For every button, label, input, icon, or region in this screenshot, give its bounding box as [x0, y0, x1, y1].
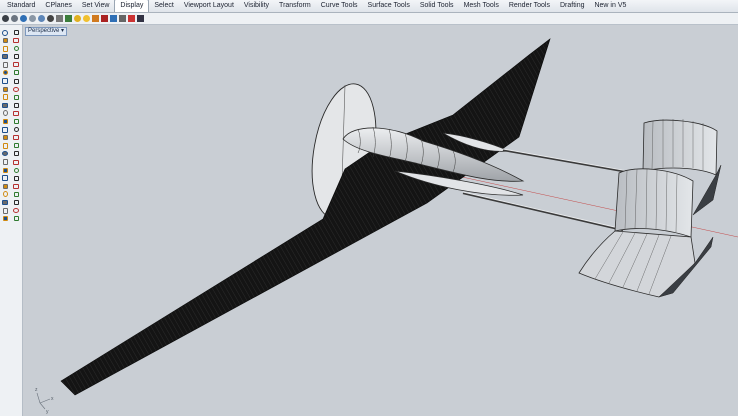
tab-curve-tools[interactable]: Curve Tools [316, 0, 363, 12]
upper-tail-boom-highlight [502, 148, 646, 175]
select-icon[interactable] [1, 29, 9, 36]
copy-icon[interactable] [12, 118, 20, 125]
ellipse-icon[interactable] [1, 61, 9, 68]
explode-icon[interactable] [12, 110, 20, 117]
light-color-icon[interactable] [92, 15, 99, 22]
tab-display[interactable]: Display [114, 0, 150, 12]
properties-icon[interactable] [12, 167, 20, 174]
layer-icon[interactable] [1, 159, 9, 166]
hide-icon[interactable] [101, 15, 108, 22]
pen-icon[interactable] [65, 15, 72, 22]
tab-cplanes[interactable]: CPlanes [40, 0, 76, 12]
move-icon[interactable] [1, 118, 9, 125]
snap-icon[interactable] [12, 175, 20, 182]
light-icon[interactable] [1, 215, 9, 222]
viewport-title-label: Perspective [28, 28, 60, 34]
shaded-icon[interactable] [11, 15, 18, 22]
aircraft-model[interactable]: x z y [23, 25, 738, 416]
world-axes-indicator [36, 392, 51, 410]
polygon-icon[interactable] [1, 69, 9, 76]
rear-vertical-fin [642, 119, 718, 176]
mesh-icon[interactable] [12, 94, 20, 101]
analyze-icon[interactable] [1, 167, 9, 174]
ghosted-icon[interactable] [29, 15, 36, 22]
axis-y-label: y [46, 409, 49, 415]
rear-fin-shadow [692, 164, 722, 216]
axis-z-label: z [35, 387, 38, 393]
viewport-title[interactable]: Perspective ▾ [25, 27, 68, 36]
materials-icon[interactable] [12, 207, 20, 214]
point-icon[interactable] [1, 37, 9, 44]
curve-icon[interactable] [12, 45, 20, 52]
tab-standard[interactable]: Standard [2, 0, 40, 12]
trim-icon[interactable] [1, 102, 9, 109]
tab-transform[interactable]: Transform [274, 0, 316, 12]
pan-icon[interactable] [12, 199, 20, 206]
tab-mesh-tools[interactable]: Mesh Tools [459, 0, 504, 12]
options-icon[interactable] [12, 191, 20, 198]
toolbar-tab-strip: Standard CPlanes Set View Display Select View… [0, 0, 738, 13]
arc-icon[interactable] [1, 53, 9, 60]
rendered-icon[interactable] [20, 15, 27, 22]
lightbulb-icon[interactable] [74, 15, 81, 22]
left-tool-palette [0, 25, 23, 416]
technical-icon[interactable] [47, 15, 54, 22]
perspective-viewport[interactable]: Perspective ▾ x z y [23, 25, 738, 416]
x-axis-line [452, 174, 738, 238]
select-points-icon[interactable] [12, 29, 20, 36]
tab-viewport-layout[interactable]: Viewport Layout [179, 0, 239, 12]
join-icon[interactable] [1, 110, 9, 117]
block-icon[interactable] [12, 150, 20, 157]
text-icon[interactable] [12, 69, 20, 76]
xray-icon[interactable] [38, 15, 45, 22]
main-wing [60, 38, 551, 396]
tab-select[interactable]: Select [149, 0, 178, 12]
show-icon[interactable] [110, 15, 117, 22]
tab-solid-tools[interactable]: Solid Tools [415, 0, 459, 12]
artistic-icon[interactable] [56, 15, 63, 22]
tab-surface-tools[interactable]: Surface Tools [363, 0, 415, 12]
left-tool-grid [1, 29, 22, 223]
box-icon[interactable] [12, 78, 20, 85]
wireframe-icon[interactable] [2, 15, 9, 22]
surface-icon[interactable] [1, 78, 9, 85]
circle-icon[interactable] [12, 53, 20, 60]
line-icon[interactable] [12, 37, 20, 44]
array-icon[interactable] [12, 134, 20, 141]
display-toolbar [0, 13, 738, 25]
rotate-icon[interactable] [1, 126, 9, 133]
dimension-icon[interactable] [1, 142, 9, 149]
history-icon[interactable] [1, 191, 9, 198]
lock-icon[interactable] [119, 15, 126, 22]
sun-icon[interactable] [83, 15, 90, 22]
tab-set-view[interactable]: Set View [77, 0, 115, 12]
split-icon[interactable] [12, 102, 20, 109]
help-icon[interactable] [12, 215, 20, 222]
tab-render-tools[interactable]: Render Tools [504, 0, 555, 12]
tab-new-in-v5[interactable]: New in V5 [589, 0, 631, 12]
lower-tail-boom-highlight [462, 191, 624, 230]
capture-icon[interactable] [137, 15, 144, 22]
camera-icon[interactable] [1, 207, 9, 214]
zoom-icon[interactable] [1, 199, 9, 206]
scale-icon[interactable] [12, 126, 20, 133]
leader-icon[interactable] [12, 142, 20, 149]
mirror-icon[interactable] [1, 134, 9, 141]
hatch-icon[interactable] [12, 183, 20, 190]
fillet-icon[interactable] [1, 94, 9, 101]
grid-icon[interactable] [1, 183, 9, 190]
render-icon[interactable] [12, 159, 20, 166]
group-icon[interactable] [1, 150, 9, 157]
lower-tail-boom [462, 191, 624, 232]
ortho-icon[interactable] [1, 175, 9, 182]
extrude-icon[interactable] [12, 86, 20, 93]
tab-drafting[interactable]: Drafting [555, 0, 590, 12]
axis-x-label: x [51, 396, 54, 402]
sphere-icon[interactable] [1, 86, 9, 93]
chevron-down-icon: ▾ [61, 28, 65, 34]
tab-visibility[interactable]: Visibility [239, 0, 274, 12]
rectangle-icon[interactable] [12, 61, 20, 68]
polyline-icon[interactable] [1, 45, 9, 52]
unlock-icon[interactable] [128, 15, 135, 22]
